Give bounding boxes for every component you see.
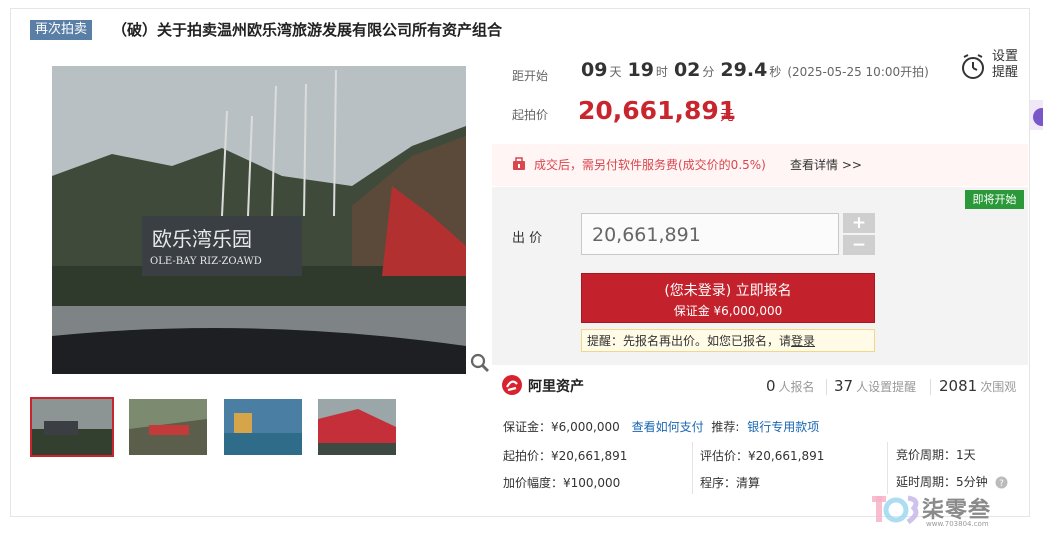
start-price-unit: 元 — [720, 108, 734, 124]
start-time-note: (2025-05-25 10:00开拍) — [787, 65, 929, 79]
park-sign-text: 欧乐湾乐园 — [152, 227, 252, 251]
bid-decrease-button[interactable]: − — [843, 235, 875, 255]
watermark-logo-icon — [872, 495, 919, 525]
alarm-clock-icon — [962, 54, 984, 79]
register-deposit-label: 保证金 ¥6,000,000 — [673, 304, 783, 318]
start-price-value: 20,661,891 — [578, 96, 737, 125]
set-reminder-button[interactable]: 设置 提醒 — [952, 48, 1022, 84]
procedure-row: 程序：清算 — [700, 476, 761, 490]
increment-row: 加价幅度：¥100,000 — [503, 476, 621, 490]
countdown-seconds: 29.4 — [720, 59, 768, 81]
coming-soon-badge: 即将开始 — [965, 190, 1024, 209]
thumbnail-4[interactable] — [318, 399, 396, 455]
countdown-hours: 19 — [627, 59, 654, 81]
delay-cycle-row: 延时周期：5分钟 ? — [896, 473, 1008, 490]
re-auction-tag: 再次拍卖 — [30, 20, 93, 40]
appraisal-row: 评估价：¥20,661,891 — [700, 449, 825, 463]
views-stat: 2081 次围观 — [939, 377, 1017, 395]
login-reminder-text: 提醒：先报名再出价。如您已报名，请 — [587, 334, 792, 348]
how-to-pay-link[interactable]: 查看如何支付 — [632, 420, 704, 434]
divider — [930, 379, 931, 395]
divider — [887, 442, 888, 494]
park-sign-en-text: OLE-BAY RIZ-ZOAWD — [150, 256, 262, 267]
service-fee-notice: 成交后，需另付软件服务费(成交价的0.5%) 查看详情 >> — [492, 144, 1028, 186]
thumbnail-1[interactable] — [30, 397, 114, 457]
divider — [826, 379, 827, 395]
thumbnail-3[interactable] — [224, 399, 302, 455]
reminders-stat: 37 人设置提醒 — [834, 377, 917, 395]
registrations-stat: 0 人报名 — [766, 377, 815, 395]
deposit-value: ¥6,000,000 — [551, 420, 620, 434]
bidding-cycle-row: 竞价周期：1天 — [896, 448, 976, 462]
divider — [692, 442, 693, 494]
reminder-label-2: 提醒 — [992, 65, 1019, 80]
countdown-label: 距开始 — [512, 69, 549, 83]
svg-text:?: ? — [1000, 479, 1005, 489]
register-button-label: (您未登录) 立即报名 — [664, 283, 792, 299]
start-price-label: 起拍价 — [512, 108, 549, 122]
bid-increase-button[interactable]: + — [843, 213, 875, 233]
site-watermark: 柒零叁 www.703804.com — [872, 490, 1042, 534]
auction-title: （破）关于拍卖温州欧乐湾旅游发展有限公司所有资产组合 — [112, 21, 503, 39]
bid-label: 出 价 — [512, 231, 543, 246]
provider-name: 阿里资产 — [528, 379, 584, 395]
reminder-label-1: 设置 — [992, 49, 1019, 64]
main-photo[interactable]: 欧乐湾乐园 OLE-BAY RIZ-ZOAWD — [52, 66, 466, 374]
start-price-row: 起拍价：¥20,661,891 — [503, 449, 628, 463]
login-link[interactable]: 登录 — [791, 334, 815, 348]
countdown-days: 09 — [581, 59, 608, 81]
ali-assets-icon — [502, 375, 522, 395]
help-icon[interactable]: ? — [995, 476, 1008, 489]
countdown-timer: 09 天 19 时 02 分 29.4 秒 (2025-05-25 10:00开拍) — [581, 59, 929, 81]
zoom-icon[interactable] — [470, 353, 490, 373]
countdown-minutes: 02 — [673, 59, 701, 81]
login-reminder: 提醒：先报名再出价。如您已报名，请登录 — [581, 329, 875, 352]
thumbnail-2[interactable] — [129, 399, 207, 455]
view-details-link[interactable]: 查看详情 >> — [790, 156, 862, 173]
bank-payment-link[interactable]: 银行专用款项 — [747, 420, 819, 434]
park-entrance-image: 欧乐湾乐园 OLE-BAY RIZ-ZOAWD — [52, 66, 466, 374]
gift-bag-icon — [513, 157, 525, 170]
service-fee-text: 成交后，需另付软件服务费(成交价的0.5%) — [534, 158, 766, 172]
provider-logo[interactable]: 阿里资产 — [502, 375, 584, 398]
bid-amount-input[interactable]: 20,661,891 — [581, 213, 839, 255]
watermark-url: www.703804.com — [926, 520, 989, 528]
deposit-row: 保证金：¥6,000,000 查看如何支付 推荐: 银行专用款项 — [503, 420, 820, 434]
register-button[interactable]: (您未登录) 立即报名 保证金 ¥6,000,000 — [581, 273, 875, 323]
